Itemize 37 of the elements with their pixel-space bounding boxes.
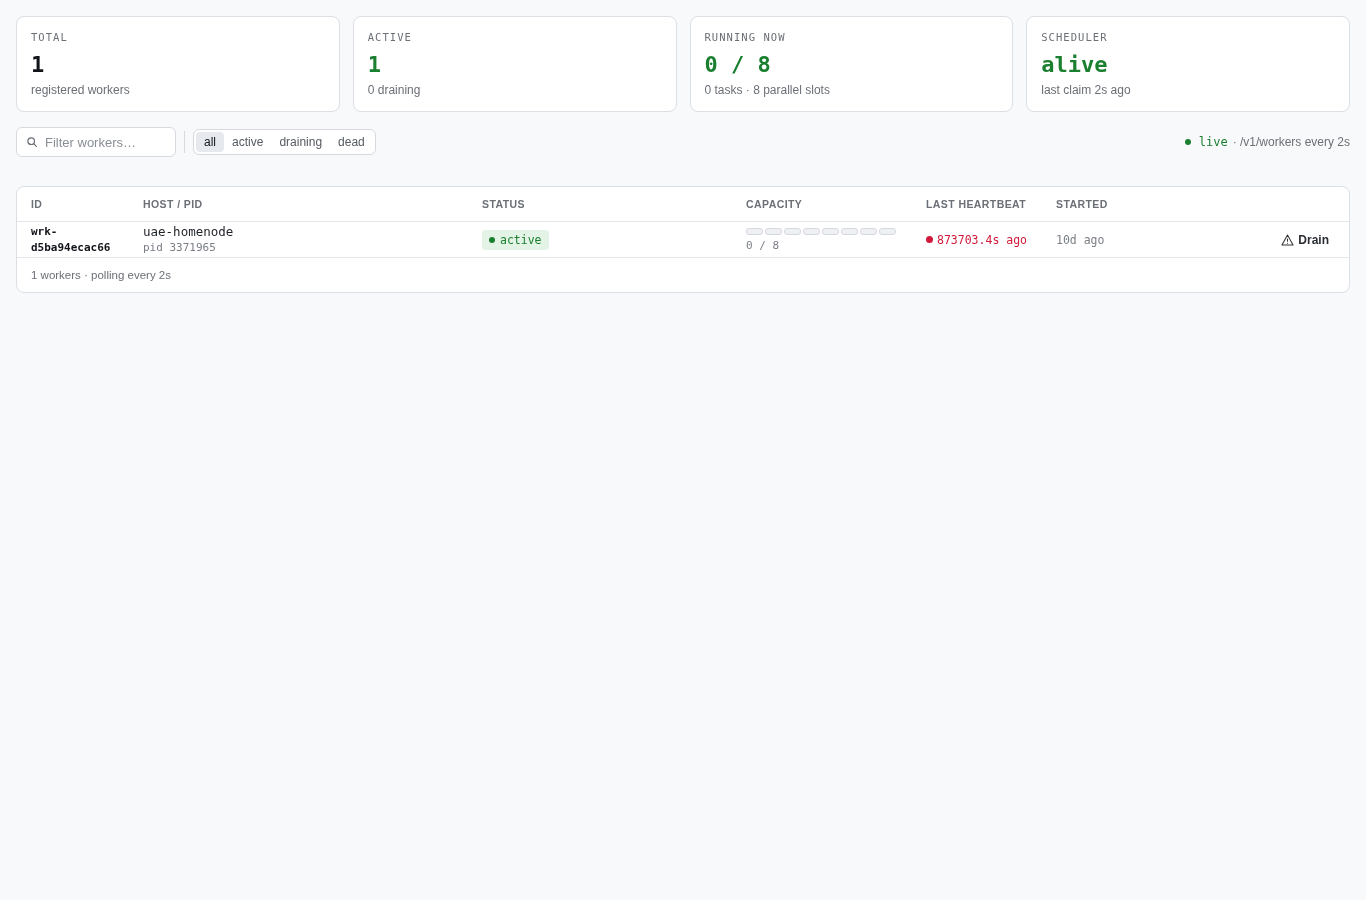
column-header: STARTED (1055, 197, 1109, 212)
heartbeat-time: 873703.4s ago (937, 231, 1027, 248)
stat-label: SCHEDULER (1041, 30, 1109, 44)
stat-label: TOTAL (31, 30, 69, 44)
filter-tab[interactable]: draining (271, 132, 331, 152)
filter-tab[interactable]: dead (330, 132, 373, 152)
search-icon (27, 137, 37, 147)
status-dot-icon (489, 236, 495, 243)
started-time: 10d ago (1056, 232, 1105, 247)
worker-id: wrk-d5ba94ecac66 (31, 223, 112, 256)
status-badge: active (482, 229, 549, 250)
process-id: pid 3371965 (143, 240, 216, 255)
stat-value: 1 (367, 52, 382, 78)
search-field[interactable]: Filter workers… (16, 127, 176, 157)
capacity-reading: 0 / 8 (746, 238, 780, 253)
column-header: ID (30, 197, 44, 212)
warning-icon (1281, 233, 1295, 246)
filter-tab[interactable]: all (196, 132, 224, 152)
stat-label: RUNNING NOW (704, 30, 787, 44)
column-header: CAPACITY (745, 197, 804, 212)
stat-caption: 0 draining (367, 82, 422, 98)
filter-tab[interactable]: active (224, 132, 272, 152)
stat-value: 0 / 8 (704, 52, 772, 78)
column-header: LAST HEARTBEAT (925, 197, 1028, 212)
stat-value: 1 (31, 52, 46, 78)
stat-value: alive (1041, 52, 1109, 78)
table-footer-text: 1 workers · polling every 2s (31, 269, 171, 281)
polling-endpoint-text: · /v1/workers every 2s (1232, 135, 1350, 149)
stat-caption: last claim 2s ago (1041, 82, 1132, 98)
column-header: STATUS (481, 197, 526, 212)
column-header: HOST / PID (142, 197, 204, 212)
stat-caption: registered workers (31, 82, 131, 98)
live-label: live (1198, 135, 1228, 149)
host-name: uae-homenode (143, 224, 234, 240)
stat-caption: 0 tasks · 8 parallel slots (704, 82, 831, 98)
stat-label: ACTIVE (367, 30, 413, 44)
drain-button[interactable]: Drain (1275, 229, 1335, 250)
